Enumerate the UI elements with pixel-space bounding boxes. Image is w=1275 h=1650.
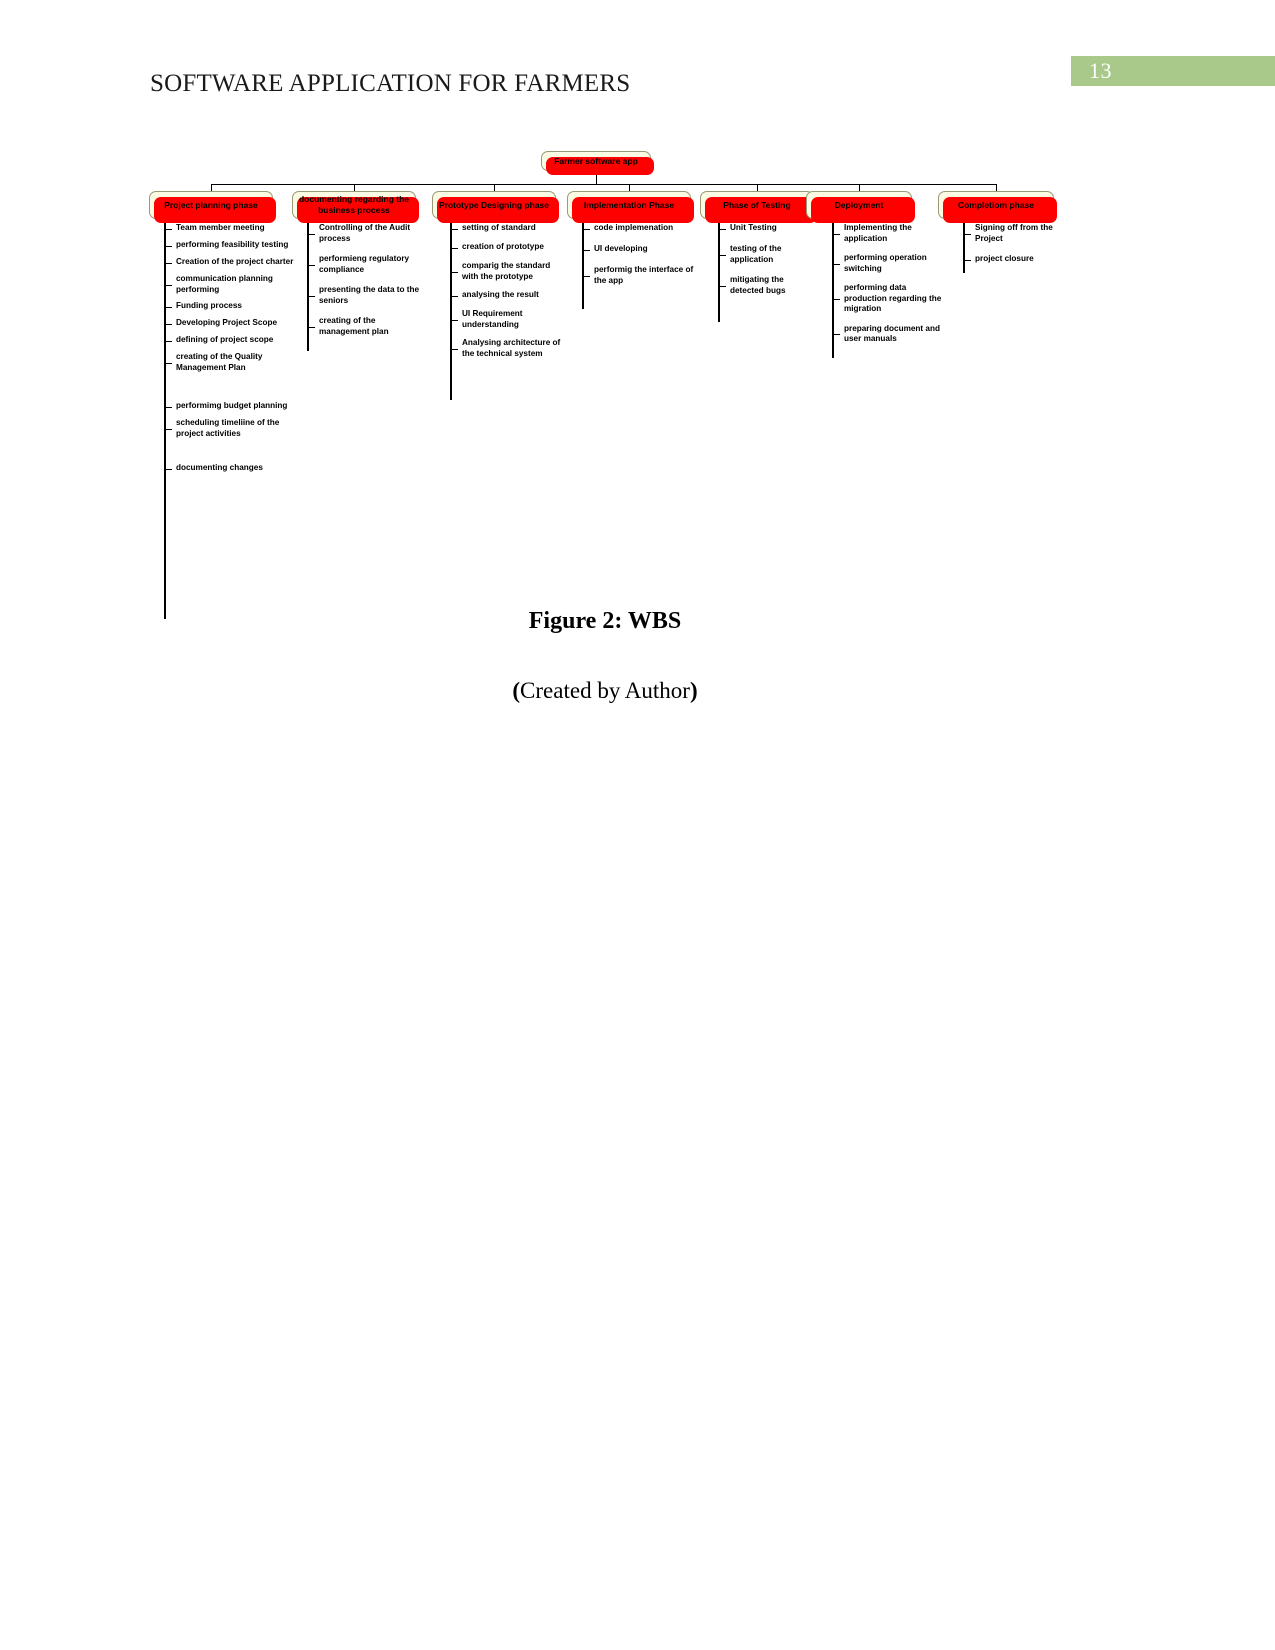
wbs-task[interactable]: project closure bbox=[963, 254, 1078, 265]
wbs-bus-line bbox=[211, 184, 996, 185]
wbs-task-column-6: Implementing the application performing … bbox=[832, 223, 947, 358]
wbs-task[interactable]: Funding process bbox=[164, 301, 294, 312]
wbs-task[interactable]: creating of the Quality Management Plan bbox=[164, 352, 294, 373]
page-number-badge: 13 bbox=[1071, 56, 1275, 86]
wbs-phase-node-testing[interactable]: Phase of Testing bbox=[700, 191, 817, 223]
wbs-task[interactable]: mitigating the detected bugs bbox=[718, 275, 813, 296]
page-title: SOFTWARE APPLICATION FOR FARMERS bbox=[150, 70, 631, 97]
wbs-task[interactable]: UI Requirement understanding bbox=[450, 309, 565, 330]
wbs-phase-node-project-planning[interactable]: Project planning phase bbox=[149, 191, 276, 223]
wbs-task[interactable]: preparing document and user manuals bbox=[832, 324, 947, 345]
wbs-phase-node-implementation[interactable]: Implementation Phase bbox=[567, 191, 694, 223]
wbs-task[interactable]: Analysing architecture of the technical … bbox=[450, 338, 565, 359]
figure-credit-open-paren: ( bbox=[512, 678, 521, 703]
wbs-phase-node-prototype-designing[interactable]: Prototype Designing phase bbox=[432, 191, 559, 223]
figure-caption: Figure 2: WBS bbox=[528, 608, 682, 634]
wbs-task[interactable]: Implementing the application bbox=[832, 223, 947, 244]
wbs-task[interactable]: Unit Testing bbox=[718, 223, 813, 234]
wbs-task-column-3: setting of standard creation of prototyp… bbox=[450, 223, 565, 400]
wbs-task[interactable]: creating of the management plan bbox=[307, 316, 427, 337]
wbs-task[interactable]: analysing the result bbox=[450, 290, 565, 301]
wbs-task[interactable]: performieng regulatory compliance bbox=[307, 254, 427, 275]
wbs-task[interactable]: documenting changes bbox=[164, 463, 294, 474]
wbs-task-column-4: code implemenation UI developing perform… bbox=[582, 223, 697, 309]
wbs-task[interactable]: performing data production regarding the… bbox=[832, 283, 947, 315]
wbs-task[interactable]: performing feasibility testing bbox=[164, 240, 294, 251]
wbs-phase-node-completion[interactable]: Completiom phase bbox=[938, 191, 1057, 223]
wbs-spine-5 bbox=[718, 223, 720, 322]
figure-credit-text: Created by Author bbox=[520, 678, 690, 703]
wbs-task[interactable]: creation of prototype bbox=[450, 242, 565, 253]
wbs-task[interactable]: performig the interface of the app bbox=[582, 265, 697, 286]
wbs-task-column-5: Unit Testing testing of the application … bbox=[718, 223, 813, 322]
wbs-task-column-7: Signing off from the Project project clo… bbox=[963, 223, 1078, 273]
wbs-task[interactable]: Signing off from the Project bbox=[963, 223, 1078, 244]
wbs-task[interactable]: performimg budget planning bbox=[164, 401, 294, 412]
wbs-task[interactable]: Team member meeting bbox=[164, 223, 294, 234]
wbs-phase-node-documenting-business-process[interactable]: documenting regarding the business proce… bbox=[292, 191, 419, 223]
wbs-root-node[interactable]: Farmer software app bbox=[541, 151, 654, 175]
wbs-task[interactable]: comparig the standard with the prototype bbox=[450, 261, 565, 282]
wbs-task[interactable]: testing of the application bbox=[718, 244, 813, 265]
figure-credit: (Created by Author) bbox=[0, 678, 1210, 704]
wbs-task[interactable]: UI developing bbox=[582, 244, 697, 255]
wbs-task[interactable]: setting of standard bbox=[450, 223, 565, 234]
wbs-task[interactable]: performing operation switching bbox=[832, 253, 947, 274]
wbs-task-column-2: Controlling of the Audit process perform… bbox=[307, 223, 427, 351]
wbs-task[interactable]: defining of project scope bbox=[164, 335, 294, 346]
wbs-task[interactable]: Controlling of the Audit process bbox=[307, 223, 427, 244]
wbs-task[interactable]: presenting the data to the seniors bbox=[307, 285, 427, 306]
wbs-phase-node-deployment[interactable]: Deployment bbox=[806, 191, 915, 223]
wbs-task[interactable]: scheduling timeliine of the project acti… bbox=[164, 418, 294, 439]
wbs-task-column-1: Team member meeting performing feasibili… bbox=[164, 223, 294, 619]
wbs-task[interactable]: Developing Project Scope bbox=[164, 318, 294, 329]
wbs-task[interactable]: communication planning performing bbox=[164, 274, 294, 295]
wbs-task[interactable]: Creation of the project charter bbox=[164, 257, 294, 268]
wbs-diagram: Farmer software app Project planning pha… bbox=[145, 145, 1078, 619]
figure-credit-close-paren: ) bbox=[689, 678, 698, 703]
wbs-task[interactable]: code implemenation bbox=[582, 223, 697, 234]
